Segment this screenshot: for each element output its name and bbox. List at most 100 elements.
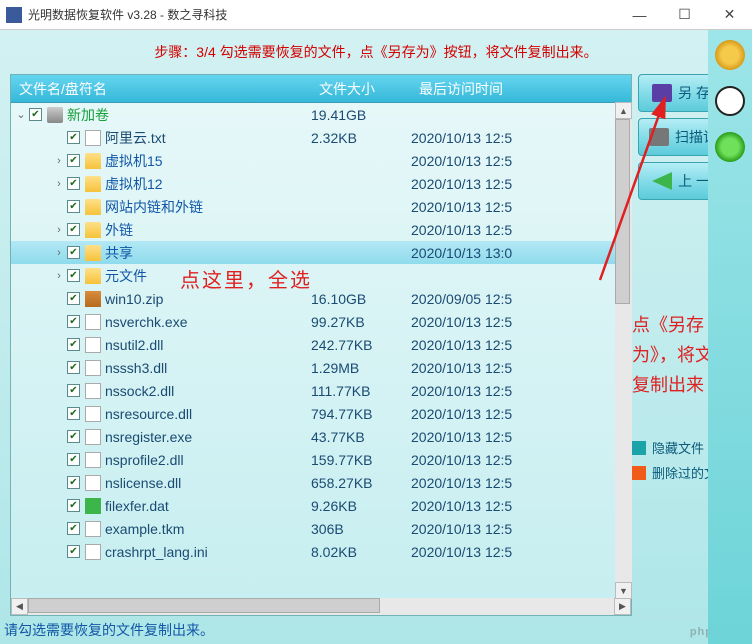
expand-icon[interactable]: ⌄	[15, 108, 27, 121]
checkbox[interactable]	[29, 108, 42, 121]
file-name: nsregister.exe	[105, 429, 192, 445]
expand-icon[interactable]: ›	[53, 178, 65, 190]
scroll-left-icon[interactable]: ◀	[11, 598, 28, 615]
file-time: 2020/10/13 12:5	[411, 475, 631, 491]
file-name: 虚拟机15	[105, 151, 163, 171]
table-row[interactable]: filexfer.dat9.26KB2020/10/13 12:5	[11, 494, 631, 517]
table-row[interactable]: nsresource.dll794.77KB2020/10/13 12:5	[11, 402, 631, 425]
checkbox[interactable]	[67, 338, 80, 351]
dll-icon	[85, 406, 101, 422]
file-name: 共享	[105, 243, 133, 263]
file-name: nsresource.dll	[105, 406, 192, 422]
table-row[interactable]: 阿里云.txt2.32KB2020/10/13 12:5	[11, 126, 631, 149]
scroll-down-icon[interactable]: ▼	[615, 582, 632, 599]
file-name: 外链	[105, 220, 133, 240]
file-size: 9.26KB	[311, 498, 411, 514]
checkbox[interactable]	[67, 453, 80, 466]
settings-icon[interactable]	[715, 40, 745, 70]
exe-icon	[85, 429, 101, 445]
file-size: 8.02KB	[311, 544, 411, 560]
table-row[interactable]: nsverchk.exe99.27KB2020/10/13 12:5	[11, 310, 631, 333]
checkbox[interactable]	[67, 246, 80, 259]
checkbox[interactable]	[67, 315, 80, 328]
vertical-scrollbar[interactable]: ▲ ▼	[615, 102, 632, 599]
table-row[interactable]: nsprofile2.dll159.77KB2020/10/13 12:5	[11, 448, 631, 471]
file-name: nsverchk.exe	[105, 314, 187, 330]
help-icon[interactable]	[715, 132, 745, 162]
file-size: 242.77KB	[311, 337, 411, 353]
checkbox[interactable]	[67, 223, 80, 236]
save-icon	[652, 84, 672, 102]
checkbox[interactable]	[67, 476, 80, 489]
checkbox[interactable]	[67, 545, 80, 558]
table-row[interactable]: nsregister.exe43.77KB2020/10/13 12:5	[11, 425, 631, 448]
checkbox[interactable]	[67, 131, 80, 144]
qq-icon[interactable]	[715, 86, 745, 116]
column-header-name[interactable]: 文件名/盘符名	[11, 79, 311, 99]
checkbox[interactable]	[67, 499, 80, 512]
expand-icon[interactable]: ›	[53, 155, 65, 167]
folder-icon	[85, 245, 101, 261]
folder-icon	[85, 153, 101, 169]
file-tree-panel: 文件名/盘符名 文件大小 最后访问时间 ⌄ 新加卷 19.41GB 阿里云.tx…	[10, 74, 632, 616]
table-row[interactable]: › 共享 2020/10/13 13:0	[11, 241, 631, 264]
checkbox[interactable]	[67, 361, 80, 374]
scroll-thumb-h[interactable]	[28, 598, 380, 613]
file-icon	[85, 521, 101, 537]
file-size: 43.77KB	[311, 429, 411, 445]
table-row[interactable]: crashrpt_lang.ini8.02KB2020/10/13 12:5	[11, 540, 631, 563]
column-header-size[interactable]: 文件大小	[311, 79, 411, 99]
drive-icon	[47, 107, 63, 123]
table-row[interactable]: nsutil2.dll242.77KB2020/10/13 12:5	[11, 333, 631, 356]
dll-icon	[85, 452, 101, 468]
tree-root-row[interactable]: ⌄ 新加卷 19.41GB	[11, 103, 631, 126]
folder-icon	[85, 199, 101, 215]
checkbox[interactable]	[67, 200, 80, 213]
expand-icon[interactable]: ›	[53, 224, 65, 236]
column-header-time[interactable]: 最后访问时间	[411, 79, 631, 99]
checkbox[interactable]	[67, 522, 80, 535]
minimize-button[interactable]: —	[617, 0, 662, 29]
close-button[interactable]: ✕	[707, 0, 752, 29]
table-row[interactable]: win10.zip16.10GB2020/09/05 12:5	[11, 287, 631, 310]
scroll-up-icon[interactable]: ▲	[615, 102, 632, 119]
dll-icon	[85, 383, 101, 399]
file-size: 16.10GB	[311, 291, 411, 307]
legend-swatch-deleted	[632, 466, 646, 480]
scroll-right-icon[interactable]: ▶	[614, 598, 631, 615]
checkbox[interactable]	[67, 384, 80, 397]
zip-icon	[85, 291, 101, 307]
table-row[interactable]: nslicense.dll658.27KB2020/10/13 12:5	[11, 471, 631, 494]
expand-icon[interactable]: ›	[53, 270, 65, 282]
file-time: 2020/10/13 12:5	[411, 222, 631, 238]
checkbox[interactable]	[67, 407, 80, 420]
table-row[interactable]: › 外链 2020/10/13 12:5	[11, 218, 631, 241]
table-row[interactable]: nsssh3.dll1.29MB2020/10/13 12:5	[11, 356, 631, 379]
table-row[interactable]: nssock2.dll111.77KB2020/10/13 12:5	[11, 379, 631, 402]
maximize-button[interactable]: ☐	[662, 0, 707, 29]
file-time: 2020/10/13 12:5	[411, 406, 631, 422]
checkbox[interactable]	[67, 177, 80, 190]
table-row[interactable]: › 虚拟机15 2020/10/13 12:5	[11, 149, 631, 172]
horizontal-scrollbar[interactable]: ◀ ▶	[11, 598, 631, 615]
status-text: 请勾选需要恢复的文件复制出来。	[4, 620, 214, 640]
checkbox[interactable]	[67, 269, 80, 282]
expand-icon[interactable]: ›	[53, 247, 65, 259]
checkbox[interactable]	[67, 154, 80, 167]
checkbox[interactable]	[67, 292, 80, 305]
file-time: 2020/10/13 12:5	[411, 153, 631, 169]
table-row[interactable]: › 虚拟机12 2020/10/13 12:5	[11, 172, 631, 195]
tree-body: ⌄ 新加卷 19.41GB 阿里云.txt2.32KB2020/10/13 12…	[11, 103, 631, 598]
file-time: 2020/10/13 12:5	[411, 199, 631, 215]
scroll-thumb[interactable]	[615, 119, 630, 304]
file-time: 2020/10/13 13:0	[411, 245, 631, 261]
checkbox[interactable]	[67, 430, 80, 443]
table-row[interactable]: example.tkm306B2020/10/13 12:5	[11, 517, 631, 540]
table-row[interactable]: ›元文件	[11, 264, 631, 287]
file-time: 2020/10/13 12:5	[411, 521, 631, 537]
file-time: 2020/10/13 12:5	[411, 176, 631, 192]
file-size: 159.77KB	[311, 452, 411, 468]
table-row[interactable]: 网站内链和外链2020/10/13 12:5	[11, 195, 631, 218]
dll-icon	[85, 475, 101, 491]
file-name: 虚拟机12	[105, 174, 163, 194]
